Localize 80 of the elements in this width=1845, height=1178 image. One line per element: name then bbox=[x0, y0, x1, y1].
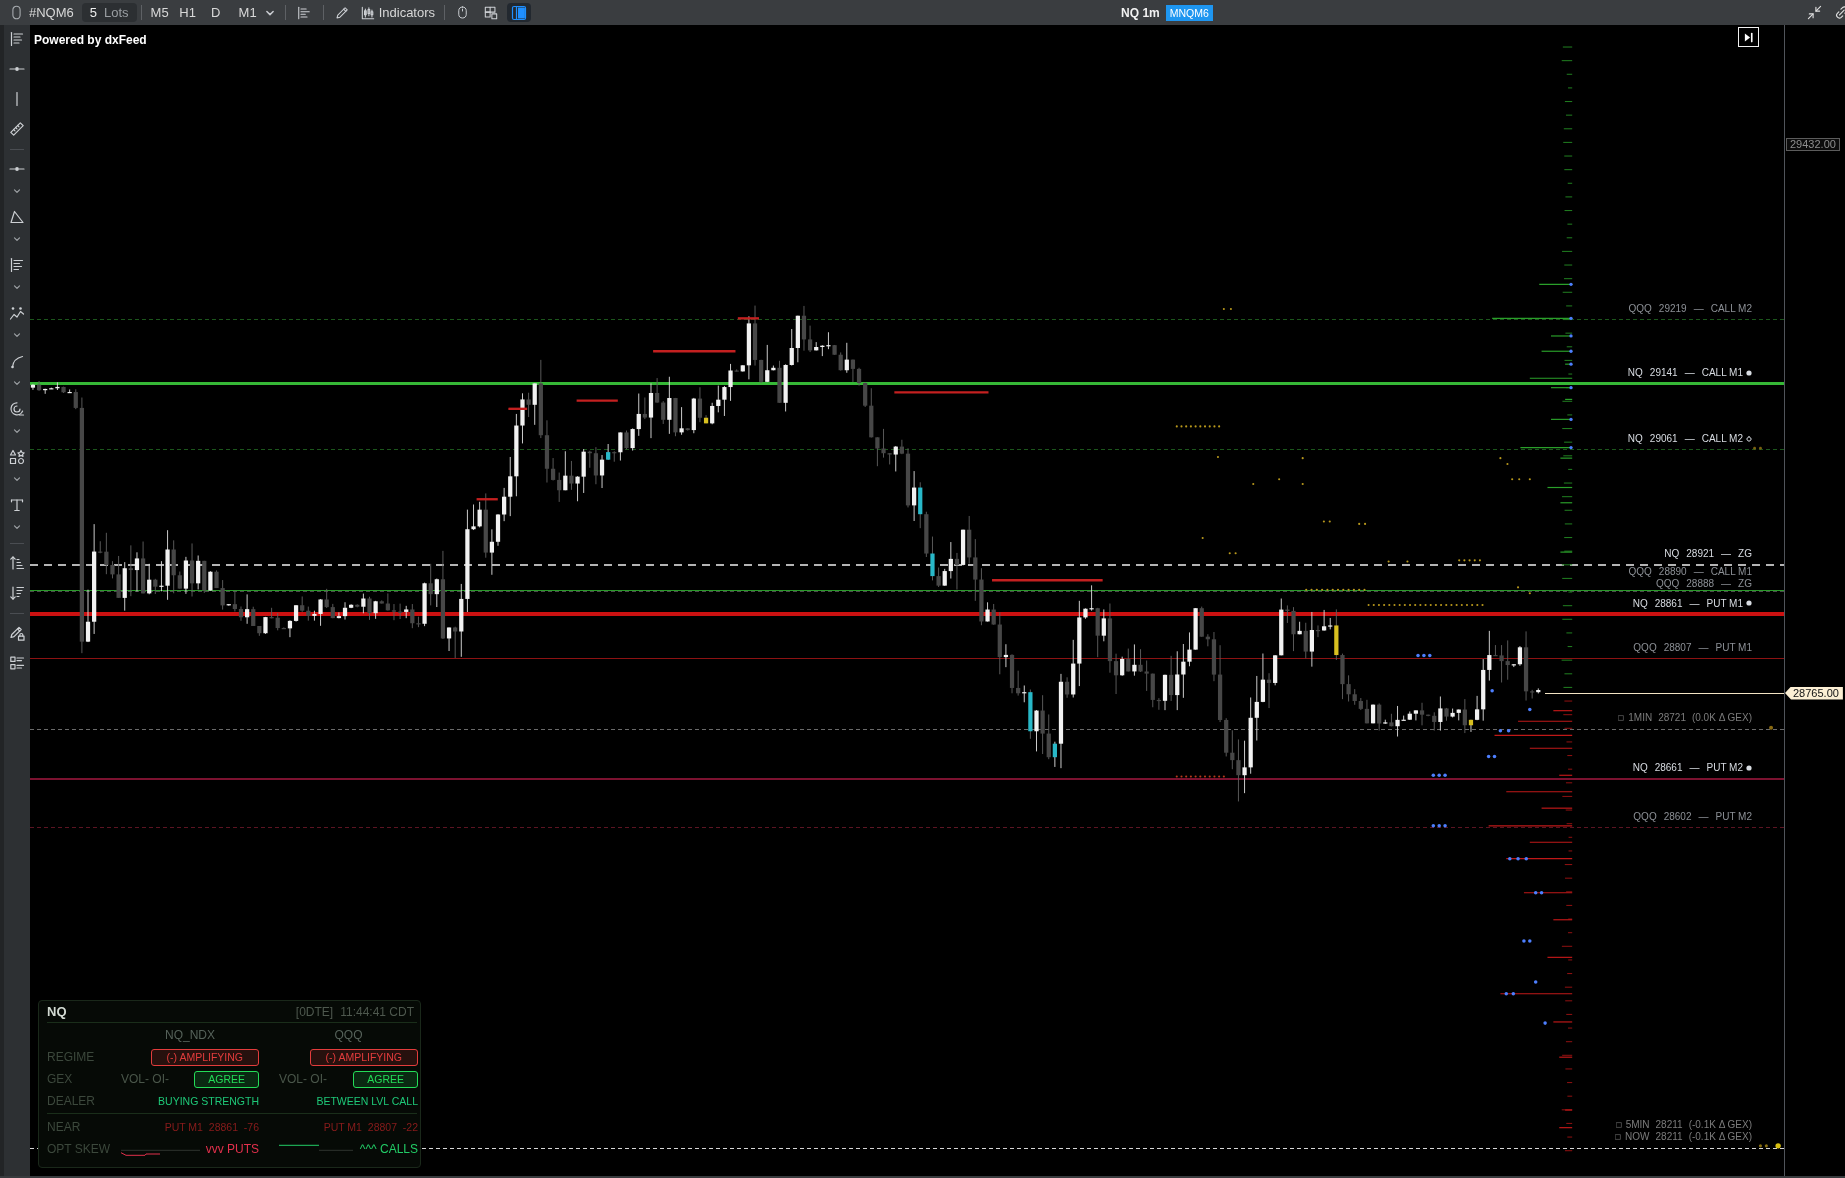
skew-label: vvv PUTS bbox=[205, 1142, 259, 1156]
text-tool-icon[interactable] bbox=[9, 497, 25, 513]
level-label: NQ 28661 — PUT M2 bbox=[1632, 762, 1743, 774]
capsule-icon[interactable] bbox=[12, 5, 21, 20]
chevron-down-icon[interactable] bbox=[13, 379, 21, 387]
level-label: QQQ 28807 — PUT M1 bbox=[1633, 642, 1752, 654]
wave-icon[interactable] bbox=[9, 305, 25, 321]
timeframe-button[interactable]: M5 bbox=[145, 5, 174, 20]
value-label: BUYING STRENGTH bbox=[158, 1095, 259, 1107]
level-label: QQQ 28890 — CALL M1 bbox=[1628, 566, 1752, 578]
skip-end-icon bbox=[1742, 30, 1755, 44]
row-label: OPT SKEW bbox=[47, 1142, 112, 1156]
delta-label: 5MIN 28211 (-0.1K Δ GEX) bbox=[1625, 1119, 1752, 1132]
shapes-icon[interactable] bbox=[9, 449, 25, 465]
delta-label: NOW 28211 (-0.1K Δ GEX) bbox=[1625, 1131, 1752, 1144]
chevron-down-icon[interactable] bbox=[13, 187, 21, 195]
checklist-icon[interactable] bbox=[9, 655, 25, 671]
lots-field[interactable]: 5 Lots bbox=[81, 3, 137, 22]
sidebar-icon bbox=[511, 4, 528, 21]
row-label: DEALER bbox=[47, 1094, 97, 1108]
chevron-down-icon[interactable] bbox=[13, 331, 21, 339]
time-label: 11:44:41 CDT bbox=[340, 1004, 414, 1019]
timeframe-dropdown[interactable]: M1 bbox=[229, 5, 275, 20]
collapse-icon[interactable] bbox=[1807, 5, 1822, 20]
timeframe-button[interactable]: H1 bbox=[173, 5, 202, 20]
align-left-icon[interactable] bbox=[296, 5, 311, 20]
sort-descending-icon[interactable] bbox=[9, 585, 25, 601]
chevron-down-icon[interactable] bbox=[13, 475, 21, 483]
scroll-to-end-button[interactable] bbox=[1738, 27, 1759, 47]
status-badge: (-) AMPLIFYING bbox=[150, 1048, 259, 1066]
level-label: QQQ 28602 — PUT M2 bbox=[1633, 810, 1752, 822]
column-header: NQ_NDX bbox=[165, 1028, 215, 1042]
column-header: QQQ bbox=[334, 1028, 363, 1042]
sort-ascending-icon[interactable] bbox=[9, 555, 25, 571]
row-label: REGIME bbox=[47, 1050, 96, 1064]
pencil-icon[interactable] bbox=[334, 5, 349, 20]
chevron-down-icon[interactable] bbox=[13, 283, 21, 291]
status-badge: (-) AMPLIFYING bbox=[309, 1048, 418, 1066]
level-label: NQ 28921 — ZG bbox=[1664, 548, 1752, 560]
pencil-lock-icon[interactable] bbox=[9, 625, 25, 641]
row-label: GEX bbox=[47, 1072, 74, 1086]
curve-icon[interactable] bbox=[9, 353, 25, 369]
session-label: [0DTE] bbox=[295, 1004, 334, 1019]
spiral-icon[interactable] bbox=[9, 401, 25, 417]
flow-label: VOL- OI- bbox=[121, 1072, 169, 1086]
attribution-label: Powered by dxFeed bbox=[34, 33, 147, 47]
value-label: PUT M1 28861 -76 bbox=[164, 1121, 259, 1133]
level-label: QQQ 29219 — CALL M2 bbox=[1628, 303, 1752, 315]
level-label: QQQ 28888 — ZG bbox=[1655, 578, 1752, 590]
row-label: NEAR bbox=[47, 1120, 82, 1134]
candlestick-icon bbox=[360, 5, 375, 20]
delta-label: 1MIN 28721 (0.0K Δ GEX) bbox=[1628, 711, 1752, 724]
status-badge: AGREE bbox=[194, 1070, 259, 1088]
skew-label: ^^^ CALLS bbox=[359, 1142, 418, 1156]
chevron-down-icon[interactable] bbox=[13, 427, 21, 435]
flow-label: VOL- OI- bbox=[279, 1072, 327, 1086]
value-label: PUT M1 28807 -22 bbox=[323, 1121, 418, 1133]
contract-badge: MNQM6 bbox=[1165, 4, 1213, 21]
triangle-icon[interactable] bbox=[9, 209, 25, 225]
link-icon[interactable] bbox=[1834, 5, 1845, 20]
price-tag: 28765.00 bbox=[1785, 686, 1843, 700]
panel-title: NQ bbox=[47, 1004, 67, 1019]
panel-button[interactable] bbox=[507, 3, 532, 22]
chevron-down-icon[interactable] bbox=[13, 235, 21, 243]
chevron-down-icon[interactable] bbox=[13, 523, 21, 531]
ruler-icon[interactable] bbox=[9, 121, 25, 137]
level-label: NQ 29141 — CALL M1 bbox=[1627, 367, 1743, 379]
layout-icon[interactable] bbox=[484, 5, 499, 20]
level-label: NQ 28861 — PUT M1 bbox=[1632, 597, 1743, 609]
chart-title: NQ 1m bbox=[1121, 5, 1160, 20]
status-badge: AGREE bbox=[353, 1070, 418, 1088]
price-tag: 29432.00 bbox=[1786, 138, 1840, 152]
timeframe-button[interactable]: D bbox=[201, 5, 230, 20]
mouse-icon[interactable] bbox=[456, 5, 470, 20]
indicators-button[interactable]: Indicators bbox=[360, 5, 436, 20]
level-label: NQ 29061 — CALL M2 bbox=[1627, 433, 1743, 445]
levels-icon[interactable] bbox=[9, 257, 25, 273]
value-label: BETWEEN LVL CALL bbox=[316, 1095, 418, 1107]
align-left-icon[interactable] bbox=[9, 31, 25, 47]
symbol-button[interactable]: #NQM6 bbox=[29, 5, 74, 20]
